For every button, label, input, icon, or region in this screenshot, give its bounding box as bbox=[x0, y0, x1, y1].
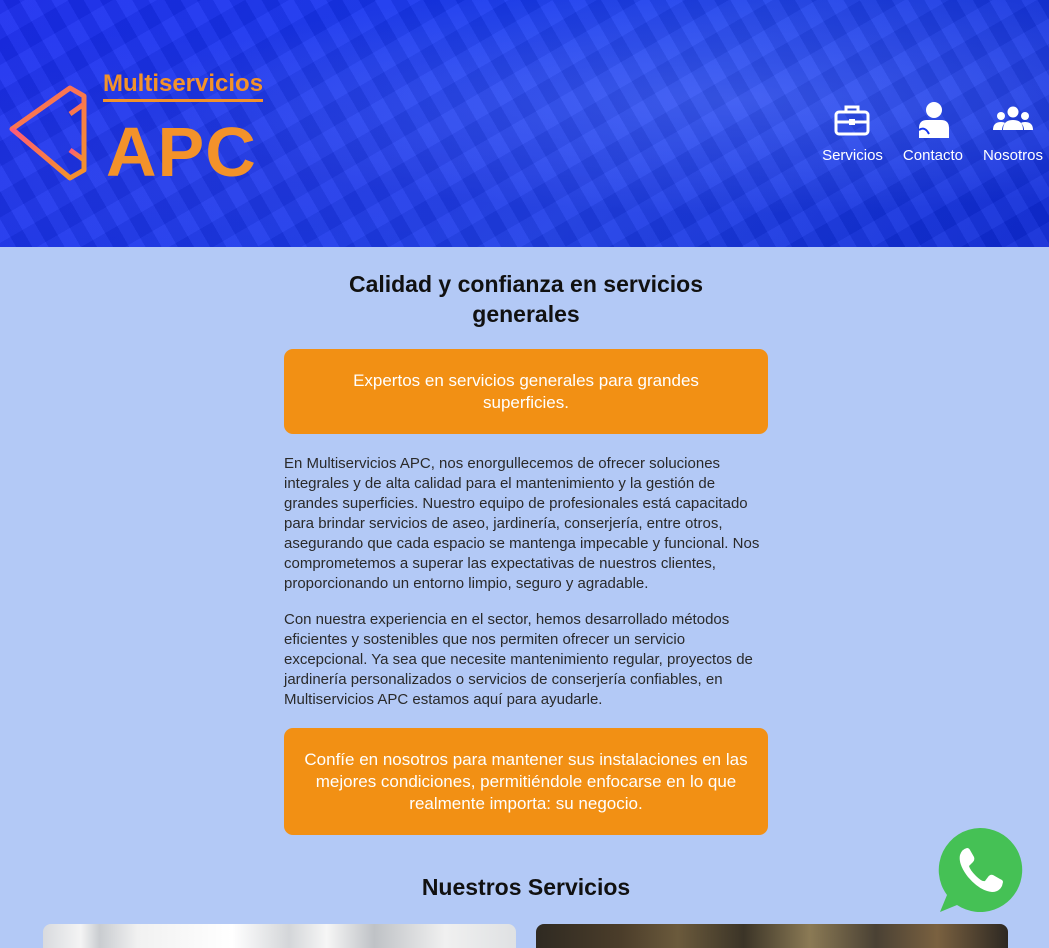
user-icon bbox=[918, 102, 949, 138]
nav-item-nosotros[interactable]: Nosotros bbox=[983, 100, 1043, 164]
site-header: Multiservicios APC Servicios Contacto No… bbox=[0, 0, 1049, 247]
whatsapp-icon[interactable] bbox=[936, 826, 1024, 914]
highlight-box-confie: Confíe en nosotros para mantener sus ins… bbox=[284, 728, 768, 835]
intro-paragraph-1: En Multiservicios APC, nos enorgullecemo… bbox=[284, 455, 760, 592]
service-card-image-2[interactable] bbox=[536, 924, 1008, 948]
users-icon bbox=[992, 106, 1033, 130]
brand-subtitle[interactable]: Multiservicios bbox=[103, 70, 264, 102]
intro-section: Calidad y confianza en servicios general… bbox=[284, 247, 768, 835]
service-card-image-1[interactable] bbox=[43, 924, 516, 948]
nav-label-nosotros: Nosotros bbox=[982, 147, 1043, 164]
page-headline: Calidad y confianza en servicios general… bbox=[348, 271, 704, 327]
nav-item-contacto[interactable]: Contacto bbox=[903, 100, 963, 164]
nav-item-servicios[interactable]: Servicios bbox=[822, 100, 883, 164]
highlight-box-expertos: Expertos en servicios generales para gra… bbox=[284, 349, 768, 434]
main-nav: Servicios Contacto Nosotros bbox=[822, 100, 1043, 164]
nav-label-servicios: Servicios bbox=[822, 147, 883, 164]
brand-title[interactable]: APC bbox=[106, 112, 257, 192]
briefcase-icon bbox=[834, 105, 870, 136]
nav-label-contacto: Contacto bbox=[902, 147, 963, 164]
intro-paragraph-2: Con nuestra experiencia en el sector, he… bbox=[284, 611, 753, 708]
diamond-logo-icon[interactable] bbox=[8, 84, 88, 182]
services-heading: Nuestros Servicios bbox=[421, 874, 631, 900]
